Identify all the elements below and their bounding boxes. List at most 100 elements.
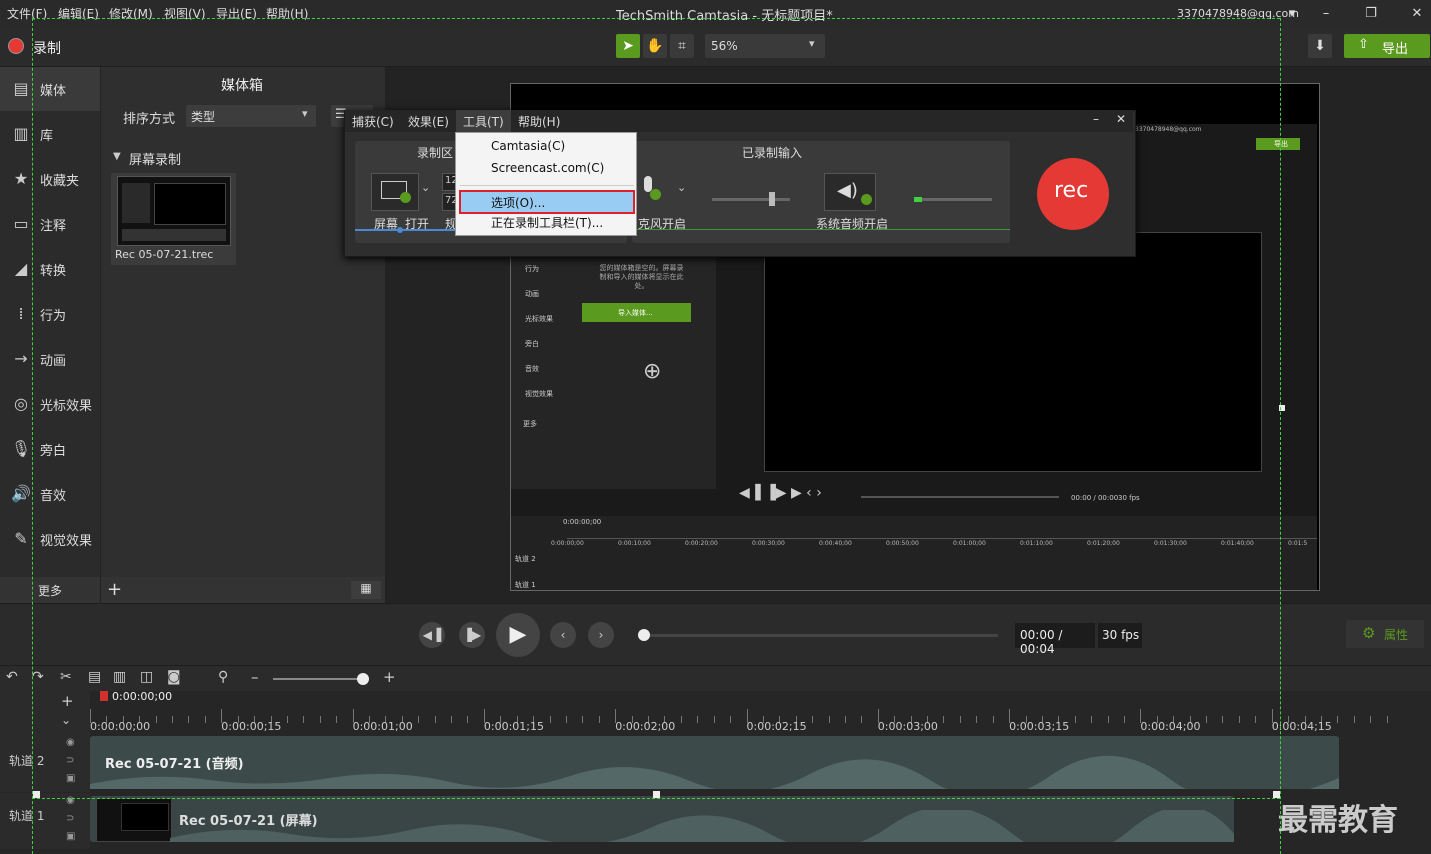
tools-dropdown-menu: Camtasia(C) Screencast.com(C) 选项(O)... 正… [455, 132, 637, 236]
snapshot-icon[interactable]: ◙ [167, 669, 181, 685]
audio-clip[interactable]: Rec 05-07-21 (音频) [90, 736, 1339, 789]
menu-view[interactable]: 视图(V) [164, 5, 206, 22]
chevron-down-icon[interactable]: ⌄ [61, 713, 71, 727]
slider-thumb[interactable] [769, 192, 775, 206]
ruler-tick [565, 716, 567, 723]
dd-item-camtasia[interactable]: Camtasia(C) [491, 139, 565, 153]
record-icon[interactable] [8, 38, 24, 54]
close-icon[interactable]: ✕ [1116, 112, 1126, 126]
menu-export[interactable]: 导出(E) [216, 5, 257, 22]
dd-item-screencast[interactable]: Screencast.com(C) [491, 161, 604, 175]
nav-item-library[interactable]: ▥ 库 [0, 112, 100, 156]
nav-item-voice-narration[interactable]: 🎙 旁白 [0, 427, 100, 471]
timeline-zoom-slider[interactable] [273, 678, 363, 680]
add-icon[interactable]: + [107, 579, 122, 600]
export-button[interactable]: ⇧ 导出 [1344, 34, 1430, 58]
chevron-down-icon[interactable]: ▼ [113, 151, 121, 162]
chevron-down-icon[interactable]: ⌄ [677, 181, 686, 194]
screen-clip[interactable]: Rec 05-07-21 (屏幕) [90, 796, 1234, 842]
chevron-down-icon[interactable]: ⌄ [421, 181, 430, 194]
nav-item-favorites[interactable]: ★ 收藏夹 [0, 157, 100, 201]
sysaudio-volume-slider[interactable] [914, 198, 992, 201]
playhead-marker[interactable] [100, 691, 108, 701]
rec-menu-tools[interactable]: 工具(T) [456, 110, 511, 132]
chevron-down-icon[interactable]: ▾ [1282, 4, 1302, 24]
zoom-thumb[interactable] [357, 673, 369, 685]
system-audio-icon[interactable]: ◀) [824, 173, 876, 211]
grid-view-icon[interactable]: ▦ [351, 581, 381, 599]
menu-file[interactable]: 文件(F) [7, 5, 47, 22]
preview-nav: 转换 行为 动画 光标效果 旁白 音效 视觉效果 更多 您的媒体箱是空的。屏幕录… [511, 219, 716, 489]
sort-select[interactable]: 类型 ▾ [186, 105, 316, 127]
nav-item-visual-effects[interactable]: ✎ 视觉效果 [0, 517, 100, 561]
audio-icon[interactable]: ⊃ [66, 813, 74, 824]
redo-icon[interactable]: ↷ [32, 669, 44, 685]
visibility-icon[interactable]: ◉ [66, 737, 75, 748]
resize-handle[interactable] [653, 791, 660, 798]
lock-icon[interactable]: ▣ [66, 831, 75, 842]
crop-tool-icon[interactable]: ⌗ [670, 34, 694, 58]
rec-menu-help[interactable]: 帮助(H) [518, 113, 560, 130]
resize-handle[interactable] [1273, 791, 1280, 798]
nav-item-transitions[interactable]: ◢ 转换 [0, 247, 100, 291]
add-track-icon[interactable]: + [61, 692, 74, 710]
hand-tool-icon[interactable]: ✋ [643, 34, 667, 58]
resize-handle[interactable] [33, 791, 40, 798]
dd-item-rec-toolbar[interactable]: 正在录制工具栏(T)... [491, 214, 603, 231]
nav-item-animations[interactable]: → 动画 [0, 337, 100, 381]
download-icon[interactable]: ⬇ [1308, 34, 1332, 58]
preview-ruler-label: 0:00:50;00 [886, 540, 919, 547]
split-icon[interactable]: ◫ [140, 669, 153, 685]
visibility-icon[interactable]: ◉ [66, 795, 75, 806]
screen-select-icon[interactable] [371, 173, 419, 211]
undo-icon[interactable]: ↶ [6, 669, 18, 685]
transition-icon: ◢ [14, 259, 28, 278]
nav-item-media[interactable]: ▤ 媒体 [0, 67, 100, 111]
nav-more[interactable]: 更多 [0, 577, 100, 603]
preview-ruler-label: 0:00:10;00 [618, 540, 651, 547]
step-back-icon[interactable]: ◀▐ [419, 622, 445, 648]
prev-icon[interactable]: ‹ [550, 622, 576, 648]
zoom-select[interactable]: 56% ▾ [705, 34, 825, 58]
nav-item-cursor-effects[interactable]: ◎ 光标效果 [0, 382, 100, 426]
menu-modify[interactable]: 修改(M) [109, 5, 153, 22]
paste-icon[interactable]: ▥ [113, 669, 126, 685]
mic-icon[interactable] [635, 173, 663, 207]
zoom-out-icon[interactable]: – [251, 668, 259, 686]
select-tool-icon[interactable]: ➤ [616, 34, 640, 58]
screen-waveform [170, 810, 1234, 842]
ruler-tick [1353, 716, 1355, 723]
scrub-thumb[interactable] [638, 629, 650, 641]
menu-help[interactable]: 帮助(H) [266, 5, 308, 22]
record-button[interactable]: 录制 [33, 38, 61, 58]
search-icon[interactable]: ⚲ [218, 669, 228, 685]
zoom-in-icon[interactable]: + [383, 668, 396, 686]
ruler-label: 0:00:03;00 [877, 720, 938, 733]
properties-button[interactable]: ⚙ 属性 [1346, 620, 1424, 648]
rec-button[interactable]: rec [1037, 158, 1109, 230]
fps-display: 30 fps [1098, 623, 1142, 648]
close-icon[interactable]: ✕ [1407, 4, 1427, 24]
mic-volume-slider[interactable] [712, 198, 790, 201]
dd-item-options[interactable]: 选项(O)... [459, 190, 635, 214]
ruler-tick [1222, 716, 1224, 723]
lock-icon[interactable]: ▣ [66, 773, 75, 784]
step-forward-icon[interactable]: ▐▶ [459, 622, 485, 648]
audio-icon[interactable]: ⊃ [66, 755, 74, 766]
play-icon[interactable]: ▶ [496, 613, 540, 657]
cut-icon[interactable]: ✂ [60, 669, 72, 685]
media-clip[interactable]: Rec 05-07-21.trec [111, 173, 236, 265]
ruler-label: 0:00:00;15 [221, 720, 282, 733]
menu-edit[interactable]: 编辑(E) [58, 5, 99, 22]
scrub-bar[interactable] [644, 634, 998, 637]
nav-item-audio-effects[interactable]: 🔊 音效 [0, 472, 100, 516]
rec-menu-capture[interactable]: 捕获(C) [352, 113, 394, 130]
rec-menu-effects[interactable]: 效果(E) [408, 113, 449, 130]
copy-icon[interactable]: ▤ [88, 669, 101, 685]
nav-item-annotations[interactable]: ▭ 注释 [0, 202, 100, 246]
nav-item-behaviors[interactable]: ⁞ 行为 [0, 292, 100, 336]
minimize-icon[interactable]: – [1316, 4, 1336, 24]
next-icon[interactable]: › [588, 622, 614, 648]
minimize-icon[interactable]: – [1093, 112, 1099, 126]
restore-icon[interactable]: ❐ [1361, 4, 1381, 24]
